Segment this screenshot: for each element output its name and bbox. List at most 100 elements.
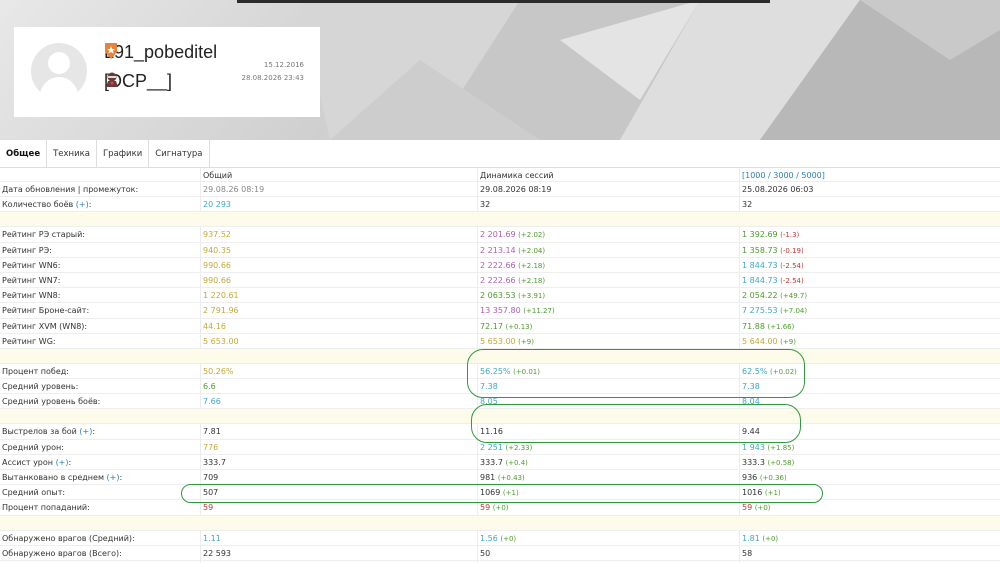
stat-value-cell: 44.16 bbox=[203, 319, 226, 334]
stat-value-cell: 32 bbox=[480, 197, 490, 212]
tab-signature[interactable]: Сигнатура bbox=[149, 140, 210, 168]
column-header-range-link[interactable]: [1000 / 3000 / 5000] bbox=[742, 168, 825, 183]
tab-vehicles[interactable]: Техника bbox=[47, 140, 97, 168]
stat-value-cell: 5 653.00 bbox=[203, 334, 239, 349]
stat-value-cell: 22 593 bbox=[203, 546, 231, 561]
stat-value: 59 bbox=[203, 503, 214, 513]
table-row: Количество боёв (+): 20 293 32 32 bbox=[0, 197, 1000, 213]
column-header-session: Динамика сессий bbox=[480, 171, 554, 180]
stat-value-cell: 2 201.69 (+2.02) bbox=[480, 227, 545, 243]
stat-value: 2 222.66 bbox=[480, 275, 516, 285]
stat-value: 50 bbox=[480, 548, 491, 558]
row-label: Обнаружено врагов (Всего): bbox=[2, 548, 122, 558]
stat-value: 59 bbox=[742, 503, 753, 513]
stat-value-cell: 709 bbox=[203, 470, 218, 485]
stat-value: 2 791.96 bbox=[203, 306, 239, 316]
row-label: Дата обновления | промежуток: bbox=[2, 185, 139, 194]
stat-delta: (+7.04) bbox=[780, 307, 808, 316]
stat-value-cell: 937.52 bbox=[203, 227, 231, 242]
rank-badge-icon bbox=[105, 43, 117, 59]
row-label: Вытанковано в среднем (+): bbox=[2, 473, 123, 482]
stat-value-cell: 333.7 bbox=[203, 455, 226, 470]
stat-value: 71.88 bbox=[742, 321, 765, 331]
stat-value: 333.7 bbox=[203, 457, 226, 467]
table-row: Вытанковано в среднем (+): 709 981 (+0.43)… bbox=[0, 470, 1000, 486]
table-row: Рейтинг WN8: 1 220.61 2 063.53 (+3.91) 2 05… bbox=[0, 288, 1000, 304]
stat-value-cell: 333.7 (+0.4) bbox=[480, 455, 528, 471]
stat-value-cell: 1 844.73 (-2.54) bbox=[742, 273, 804, 289]
stat-value: 1 943 bbox=[742, 442, 765, 452]
stat-value-cell: 6.6 bbox=[203, 379, 216, 394]
annotation-oval bbox=[471, 404, 801, 443]
table-row: Рейтинг РЭ: 940.35 2 213.14 (+2.04) 1 358.7… bbox=[0, 243, 1000, 258]
stat-value: 7 275.53 bbox=[742, 306, 778, 316]
stat-delta: (+49.7) bbox=[780, 292, 808, 301]
expand-plus-link[interactable]: (+) bbox=[76, 200, 89, 209]
stat-value: 2 054.22 bbox=[742, 291, 778, 301]
tab-charts[interactable]: Графики bbox=[97, 140, 150, 168]
stat-value: 5 644.00 bbox=[742, 336, 778, 346]
clan-emblem-icon bbox=[106, 72, 118, 87]
stat-value: 50.26% bbox=[203, 366, 234, 376]
tab-general[interactable]: Общее bbox=[0, 140, 48, 168]
expand-plus-link[interactable]: (+) bbox=[56, 458, 69, 467]
stat-delta: (+9) bbox=[518, 337, 534, 346]
stat-value-cell: 2 063.53 (+3.91) bbox=[480, 288, 545, 304]
stat-value: 5 653.00 bbox=[203, 336, 239, 346]
stat-value-cell: 990.66 bbox=[203, 258, 231, 273]
stat-value: 776 bbox=[203, 442, 219, 452]
stat-value: 937.52 bbox=[203, 230, 231, 240]
stat-value: 7.66 bbox=[203, 397, 221, 407]
stat-value: 940.35 bbox=[203, 245, 231, 255]
stat-delta: (+2.02) bbox=[518, 231, 546, 240]
stat-value: 58 bbox=[742, 548, 753, 558]
stat-value-cell: 1.81 (+0) bbox=[742, 531, 778, 547]
stat-delta: (+0) bbox=[754, 504, 771, 513]
stat-value-cell: 72.17 (+0.13) bbox=[480, 319, 532, 335]
stat-value: 29.08.26 08:19 bbox=[203, 185, 265, 194]
stat-value: 1 844.73 bbox=[742, 260, 778, 270]
stat-value: 1 358.73 bbox=[742, 245, 778, 255]
row-label: Процент попаданий: bbox=[2, 503, 90, 513]
stat-value: 72.17 bbox=[480, 321, 503, 331]
table-row: Обнаружено врагов (Всего): 22 593 50 58 bbox=[0, 546, 1000, 561]
player-nickname: L91_pobeditel bbox=[104, 42, 218, 62]
stat-value-cell: 1 392.69 (-1.3) bbox=[742, 227, 799, 243]
stat-delta: (-0.19) bbox=[780, 246, 804, 255]
stat-value: 333.3 bbox=[742, 457, 765, 467]
stat-value-cell: 58 bbox=[742, 546, 752, 561]
row-label: Рейтинг WN7: bbox=[2, 275, 61, 285]
stat-value-cell: 50.26% bbox=[203, 364, 234, 379]
stat-value: 990.66 bbox=[203, 260, 231, 270]
stat-delta: (+2.18) bbox=[518, 276, 546, 285]
stat-value: 709 bbox=[203, 473, 219, 482]
row-label: Ассист урон (+): bbox=[2, 457, 72, 467]
profile-tabs: Общее Техника Графики Сигнатура bbox=[0, 140, 1000, 168]
stat-delta: (+0.36) bbox=[759, 474, 787, 482]
stat-value: 44.16 bbox=[203, 321, 226, 331]
stat-value: 59 bbox=[480, 503, 491, 513]
stat-delta: (+0) bbox=[762, 534, 779, 543]
expand-plus-link[interactable]: (+) bbox=[79, 427, 92, 436]
profile-banner: L91_pobeditel [DCP__] 15.12.2016 28.08.2… bbox=[0, 0, 1000, 140]
table-row: Рейтинг WN7: 990.66 2 222.66 (+2.18) 1 844.… bbox=[0, 273, 1000, 289]
stat-value-cell: 1 844.73 (-2.54) bbox=[742, 258, 804, 274]
table-row: Рейтинг РЭ старый: 937.52 2 201.69 (+2.02)… bbox=[0, 227, 1000, 243]
row-label: Обнаружено врагов (Средний): bbox=[2, 533, 135, 543]
stat-value: 333.7 bbox=[480, 457, 503, 467]
profile-card: L91_pobeditel [DCP__] 15.12.2016 28.08.2… bbox=[14, 27, 320, 117]
expand-plus-link[interactable]: (+) bbox=[107, 473, 120, 482]
stat-value-cell: 32 bbox=[742, 197, 752, 212]
stat-value-cell: 5 653.00 (+9) bbox=[480, 334, 534, 350]
stat-value-cell: 1 358.73 (-0.19) bbox=[742, 243, 804, 259]
annotation-oval bbox=[467, 349, 805, 398]
row-label: Средний уровень боёв: bbox=[2, 397, 101, 407]
column-header-total: Общий bbox=[203, 171, 233, 180]
clan-row[interactable]: [DCP__] bbox=[104, 71, 172, 92]
stat-value-cell: 13 357.80 (+11.27) bbox=[480, 303, 555, 319]
row-label: Рейтинг РЭ старый: bbox=[2, 230, 85, 240]
row-label: Рейтинг Броне-сайт: bbox=[2, 306, 90, 316]
stat-value: 1 392.69 bbox=[742, 230, 778, 240]
row-label: Рейтинг WG: bbox=[2, 336, 56, 346]
row-label: Средний опыт: bbox=[2, 488, 66, 498]
